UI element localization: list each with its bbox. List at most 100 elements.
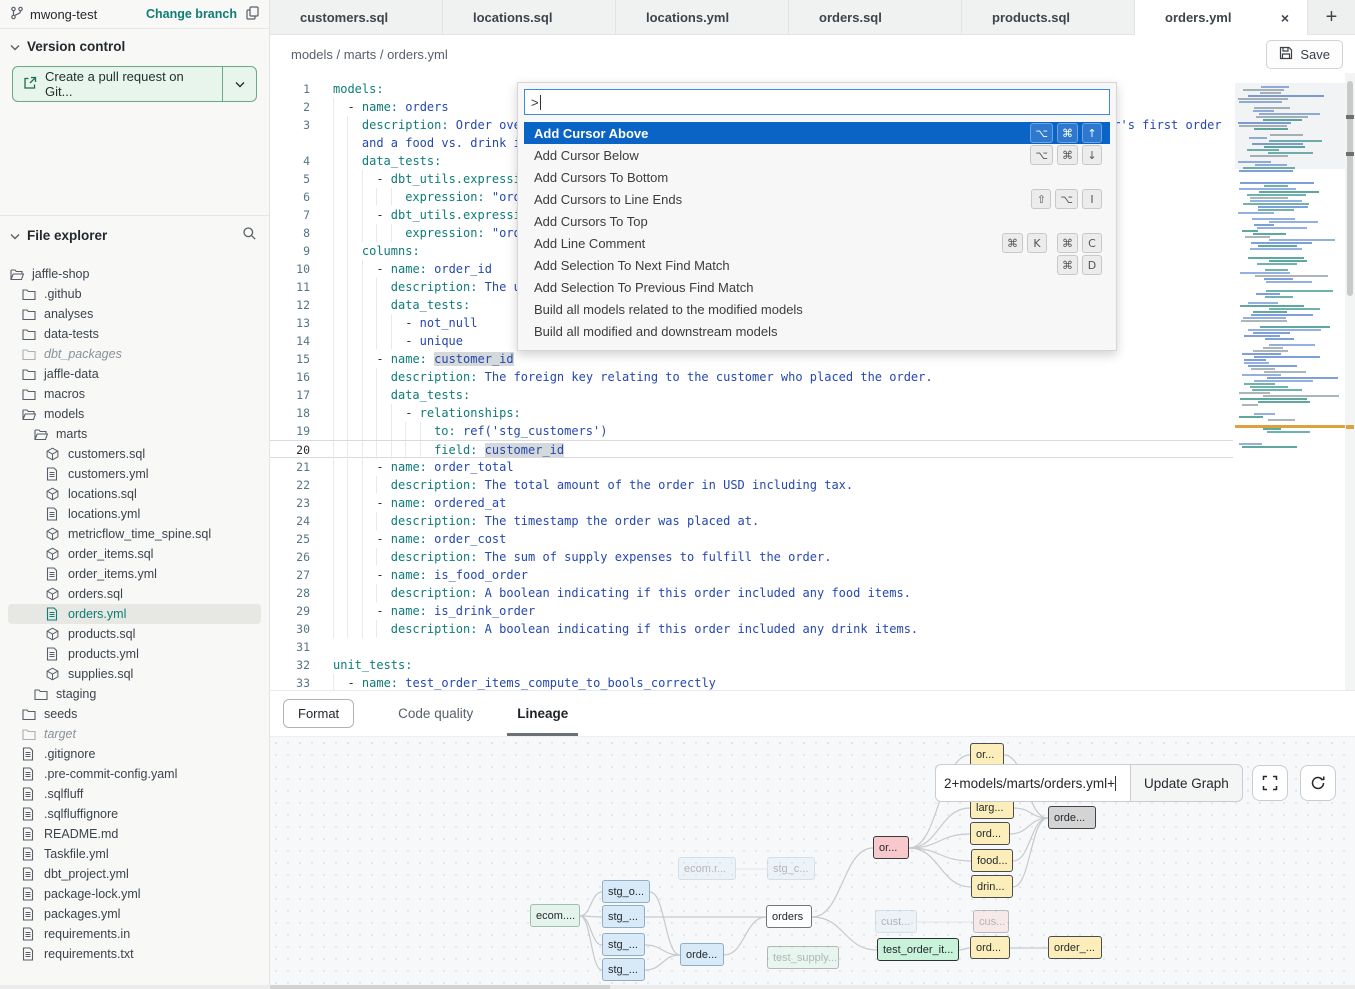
tree-item-packages-yml[interactable]: packages.yml	[8, 904, 261, 924]
lineage-node-stg_b[interactable]: stg_...	[602, 933, 645, 956]
lineage-node-stgc_f[interactable]: stg_c...	[767, 857, 815, 880]
tree-item-marts[interactable]: marts	[8, 424, 261, 444]
tree-item--github[interactable]: .github	[8, 284, 261, 304]
tree-item-locations-sql[interactable]: locations.sql	[8, 484, 261, 504]
tree-item-data-tests[interactable]: data-tests	[8, 324, 261, 344]
lineage-node-ord2[interactable]: ord...	[970, 936, 1010, 959]
code-line[interactable]: 15- name: customer_id	[270, 350, 1233, 368]
command-item-add-selection-to-next-find-match[interactable]: Add Selection To Next Find Match⌘D	[524, 254, 1110, 276]
format-button[interactable]: Format	[283, 699, 354, 728]
lineage-node-testsup_f[interactable]: test_supply...	[767, 946, 839, 969]
tree-item-customers-yml[interactable]: customers.yml	[8, 464, 261, 484]
lineage-node-m_ord[interactable]: ord...	[970, 822, 1010, 845]
pr-dropdown-toggle[interactable]	[222, 67, 256, 101]
lineage-node-m_food[interactable]: food...	[971, 849, 1013, 872]
scrollbar-thumb[interactable]	[1347, 81, 1353, 296]
code-line[interactable]: 27- name: is_food_order	[270, 566, 1233, 584]
lineage-node-orde_grey[interactable]: orde...	[1048, 806, 1096, 829]
command-item-add-cursor-above[interactable]: Add Cursor Above⌥⌘↑	[524, 122, 1110, 144]
command-item-add-line-comment[interactable]: Add Line Comment⌘K⌘C	[524, 232, 1110, 254]
code-line-current[interactable]: 20field: customer_id	[270, 440, 1233, 458]
code-line[interactable]: 33- name: test_order_items_compute_to_bo…	[270, 674, 1233, 690]
tree-item-jaffle-shop[interactable]: jaffle-shop	[8, 264, 261, 284]
code-line[interactable]: 17data_tests:	[270, 386, 1233, 404]
tree-item-orders-yml[interactable]: orders.yml	[8, 604, 261, 624]
tree-item-metricflow-time-spine-sql[interactable]: metricflow_time_spine.sql	[8, 524, 261, 544]
code-line[interactable]: 23- name: ordered_at	[270, 494, 1233, 512]
tree-item--sqlfluff[interactable]: .sqlfluff	[8, 784, 261, 804]
tab-orders-sql[interactable]: orders.sql	[789, 0, 962, 35]
command-item-add-selection-to-previous-find-match[interactable]: Add Selection To Previous Find Match	[524, 276, 1110, 298]
tab-locations-yml[interactable]: locations.yml	[616, 0, 789, 35]
tree-item-target[interactable]: target	[8, 724, 261, 744]
lineage-node-cus_f[interactable]: cus...	[973, 910, 1009, 933]
code-line[interactable]: 21- name: order_total	[270, 458, 1233, 476]
tab-customers-sql[interactable]: customers.sql	[270, 0, 443, 35]
code-line[interactable]: 26description: The sum of supply expense…	[270, 548, 1233, 566]
new-tab-button[interactable]: +	[1326, 6, 1338, 29]
tree-item-products-sql[interactable]: products.sql	[8, 624, 261, 644]
command-input[interactable]: >	[524, 89, 1110, 115]
command-item-add-cursors-to-line-ends[interactable]: Add Cursors to Line Ends⇧⌥I	[524, 188, 1110, 210]
tree-item-dbt-packages[interactable]: dbt_packages	[8, 344, 261, 364]
lineage-canvas[interactable]: ecom....stg_o...stg_...stg_...stg_...ord…	[270, 736, 1355, 986]
lineage-node-stg_o[interactable]: stg_o...	[602, 880, 650, 903]
command-item-build-all-models-related-to-the-modified-models[interactable]: Build all models related to the modified…	[524, 298, 1110, 320]
lineage-node-test_oi[interactable]: test_order_it...	[877, 938, 959, 961]
search-icon[interactable]	[242, 226, 257, 244]
refresh-button[interactable]	[1300, 765, 1336, 801]
tree-item-dbt-project-yml[interactable]: dbt_project.yml	[8, 864, 261, 884]
code-line[interactable]: 18- relationships:	[270, 404, 1233, 422]
code-line[interactable]: 25- name: order_cost	[270, 530, 1233, 548]
code-line[interactable]: 32unit_tests:	[270, 656, 1233, 674]
lineage-node-or_sel[interactable]: or...	[873, 836, 909, 859]
close-tab-icon[interactable]: ×	[1277, 8, 1293, 28]
tree-item-supplies-sql[interactable]: supplies.sql	[8, 664, 261, 684]
code-editor[interactable]: 1models:2- name: orders3description: Ord…	[270, 73, 1355, 690]
copy-icon[interactable]	[246, 6, 259, 23]
lineage-node-ecom_src[interactable]: ecom....	[530, 904, 580, 927]
tab-orders-yml[interactable]: orders.yml×	[1135, 0, 1308, 35]
tab-products-sql[interactable]: products.sql	[962, 0, 1135, 35]
tree-item-order-items-yml[interactable]: order_items.yml	[8, 564, 261, 584]
tree-item-models[interactable]: models	[8, 404, 261, 424]
code-line[interactable]: 28description: A boolean indicating if t…	[270, 584, 1233, 602]
code-line[interactable]: 22description: The total amount of the o…	[270, 476, 1233, 494]
lineage-node-stg_a[interactable]: stg_...	[602, 905, 645, 928]
create-pr-button[interactable]: Create a pull request on Git...	[12, 66, 257, 102]
command-item-add-cursor-below[interactable]: Add Cursor Below⌥⌘↓	[524, 144, 1110, 166]
update-graph-button[interactable]: Update Graph	[1130, 764, 1243, 802]
tree-item-taskfile-yml[interactable]: Taskfile.yml	[8, 844, 261, 864]
tree-item--pre-commit-config-yaml[interactable]: .pre-commit-config.yaml	[8, 764, 261, 784]
tree-item-jaffle-data[interactable]: jaffle-data	[8, 364, 261, 384]
editor-scrollbar[interactable]	[1345, 73, 1355, 690]
lineage-node-stg_c[interactable]: stg_...	[602, 958, 645, 981]
command-item-add-cursors-to-bottom[interactable]: Add Cursors To Bottom	[524, 166, 1110, 188]
lineage-node-m_drin[interactable]: drin...	[971, 875, 1013, 898]
tree-item-customers-sql[interactable]: customers.sql	[8, 444, 261, 464]
lineage-node-ecomr_f[interactable]: ecom.r...	[678, 857, 736, 880]
tree-item--gitignore[interactable]: .gitignore	[8, 744, 261, 764]
code-line[interactable]: 19to: ref('stg_customers')	[270, 422, 1233, 440]
version-control-header[interactable]: Version control	[0, 29, 269, 62]
minimap-viewport[interactable]	[1235, 83, 1345, 169]
command-item-add-cursors-to-top[interactable]: Add Cursors To Top	[524, 210, 1110, 232]
tree-item-order-items-sql[interactable]: order_items.sql	[8, 544, 261, 564]
tree-item-locations-yml[interactable]: locations.yml	[8, 504, 261, 524]
tree-item--sqlfluffignore[interactable]: .sqlfluffignore	[8, 804, 261, 824]
minimap[interactable]	[1235, 83, 1345, 451]
horizontal-scrollbar[interactable]	[0, 985, 1355, 989]
lineage-node-m_or[interactable]: or...	[970, 743, 1004, 766]
horizontal-scrollbar-thumb[interactable]	[270, 985, 610, 989]
tree-item-requirements-txt[interactable]: requirements.txt	[8, 944, 261, 964]
code-line[interactable]: 30description: A boolean indicating if t…	[270, 620, 1233, 638]
code-line[interactable]: 24description: The timestamp the order w…	[270, 512, 1233, 530]
lineage-node-cust_f[interactable]: cust...	[875, 910, 917, 933]
code-line[interactable]: 31	[270, 638, 1233, 656]
tree-item-products-yml[interactable]: products.yml	[8, 644, 261, 664]
lineage-node-order_items[interactable]: orde...	[680, 943, 724, 966]
tree-item-package-lock-yml[interactable]: package-lock.yml	[8, 884, 261, 904]
fullscreen-button[interactable]	[1252, 765, 1288, 801]
tree-item-seeds[interactable]: seeds	[8, 704, 261, 724]
tree-item-orders-sql[interactable]: orders.sql	[8, 584, 261, 604]
